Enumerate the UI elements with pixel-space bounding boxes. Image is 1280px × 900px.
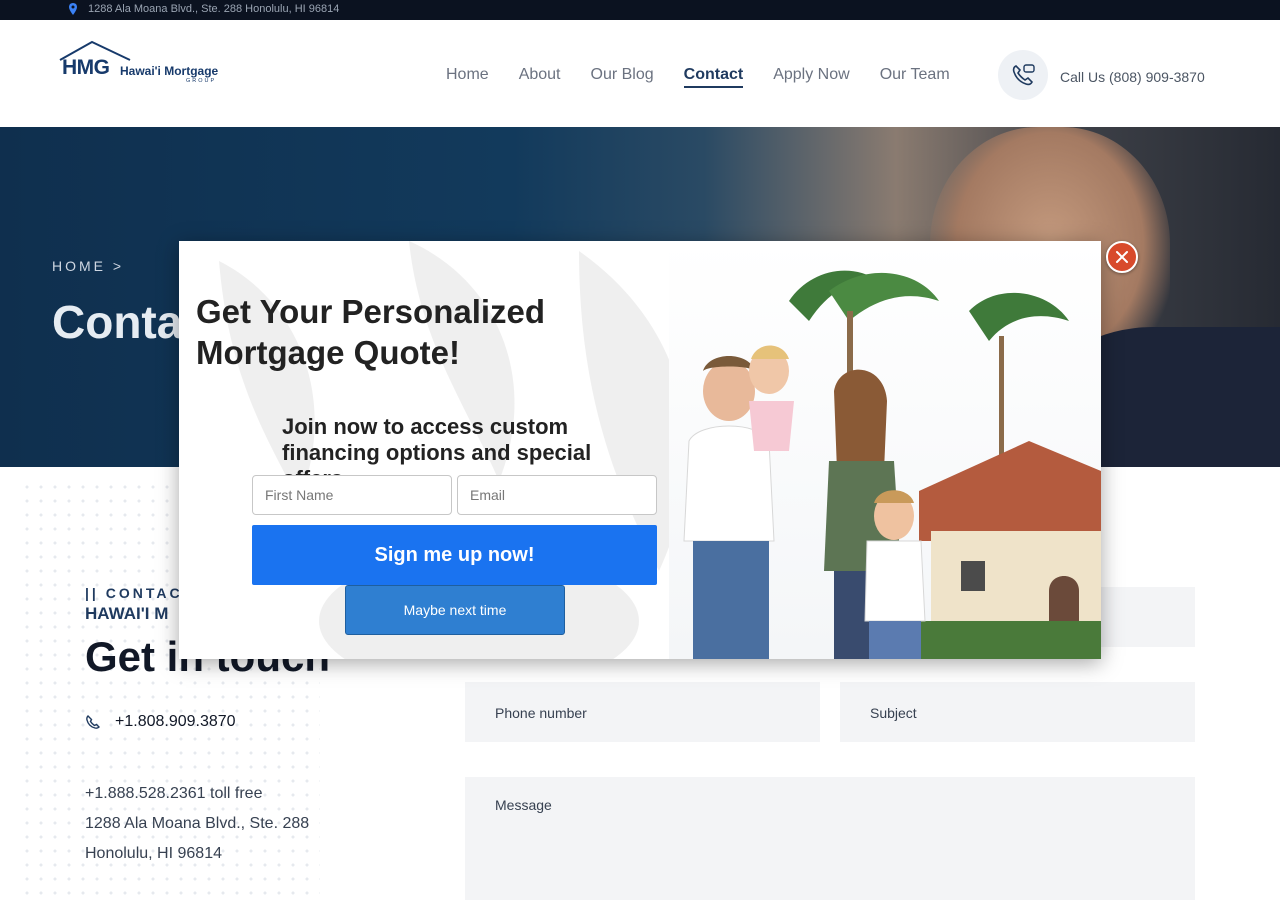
family-photo-illustration [669,241,1101,659]
site-header: HMG Hawai'i Mortgage GROUP Home About Ou… [0,20,1280,127]
contact-phone[interactable]: +1.808.909.3870 [85,713,236,731]
quote-popup: Get Your Personalized Mortgage Quote! Jo… [179,241,1101,659]
page-title: Conta [52,296,183,348]
signup-button[interactable]: Sign me up now! [252,525,657,585]
first-name-input[interactable]: First Name [252,475,452,515]
address-line-1: 1288 Ala Moana Blvd., Ste. 288 [85,815,310,832]
contact-info: +1.888.528.2361 toll free 1288 Ala Moana… [85,779,309,869]
section-eyebrow: || CONTAC [85,585,183,601]
top-bar: 1288 Ala Moana Blvd., Ste. 288 Honolulu,… [0,0,1280,20]
call-us-link[interactable]: Call Us (808) 909-3870 [1060,69,1205,85]
main-nav: Home About Our Blog Contact Apply Now Ou… [446,66,950,88]
family-photo [669,241,1101,659]
phone-button[interactable] [998,50,1048,100]
logo-group: GROUP [186,78,217,84]
popup-title: Get Your Personalized Mortgage Quote! [196,293,546,371]
nav-team[interactable]: Our Team [880,66,950,88]
email-input[interactable]: Email [457,475,657,515]
subject-field[interactable]: Subject [840,682,1195,742]
contact-phone-text: +1.808.909.3870 [115,713,236,730]
address-line-2: Honolulu, HI 96814 [85,845,222,862]
breadcrumb[interactable]: HOME > [52,258,124,274]
phone-icon [86,715,100,729]
nav-about[interactable]: About [519,66,561,88]
logo-name: Hawai'i Mortgage [120,64,219,78]
toll-free: +1.888.528.2361 toll free [85,785,263,802]
phone-icon [1012,64,1035,86]
nav-apply[interactable]: Apply Now [773,66,849,88]
top-address-text: 1288 Ala Moana Blvd., Ste. 288 Honolulu,… [88,3,340,15]
phone-field[interactable]: Phone number [465,682,820,742]
nav-contact[interactable]: Contact [683,66,744,88]
nav-home[interactable]: Home [446,66,489,88]
logo[interactable]: HMG Hawai'i Mortgage GROUP [58,40,228,90]
popup-subtitle: Join now to access custom financing opti… [282,414,592,477]
maybe-next-time-button[interactable]: Maybe next time [345,585,565,635]
map-pin-icon [69,3,77,15]
close-icon [1116,251,1128,263]
popup-close-button[interactable] [1106,241,1138,273]
top-address: 1288 Ala Moana Blvd., Ste. 288 Honolulu,… [68,3,339,15]
logo-initials: HMG [62,56,110,79]
message-field[interactable]: Message [465,777,1195,900]
nav-blog[interactable]: Our Blog [591,66,654,88]
section-subhead: HAWAI'I M [85,604,169,623]
